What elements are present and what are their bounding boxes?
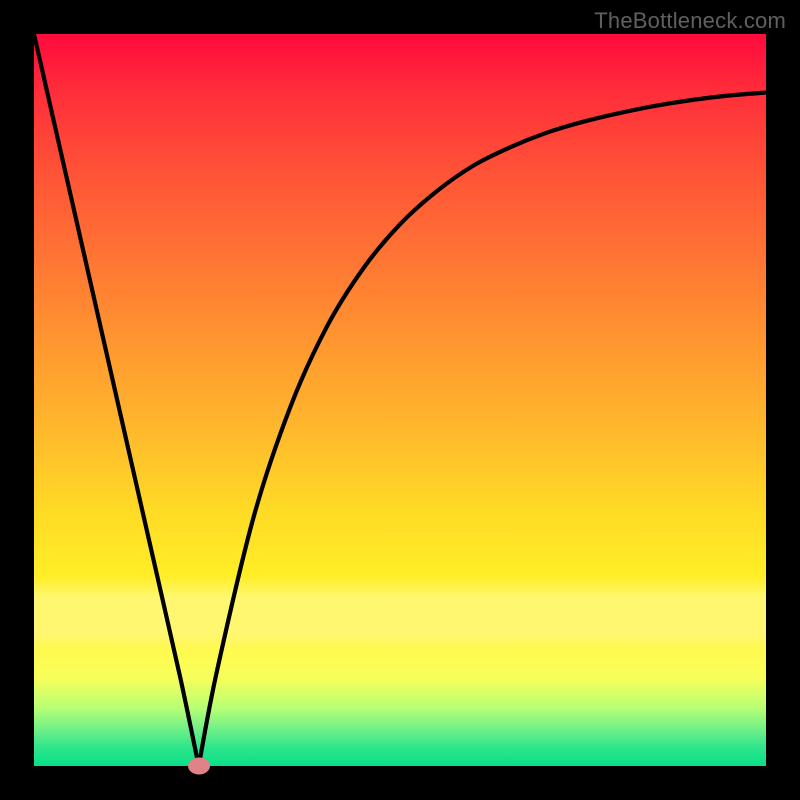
plot-area	[34, 34, 766, 766]
chart-frame: TheBottleneck.com	[0, 0, 800, 800]
watermark-text: TheBottleneck.com	[594, 8, 786, 34]
minimum-marker-dot	[188, 758, 210, 775]
bottleneck-curve	[34, 34, 766, 766]
